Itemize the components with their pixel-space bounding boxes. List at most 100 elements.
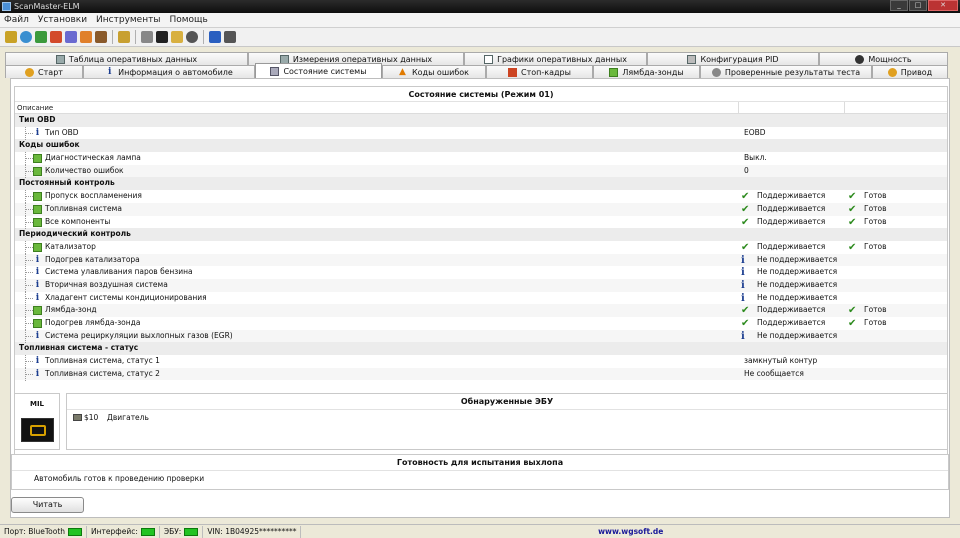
status-ok-icon — [33, 166, 42, 176]
status-row[interactable]: i Система улавливания паров бензина i Не … — [15, 266, 947, 280]
info-icon: i — [35, 292, 40, 303]
tree-connector — [25, 152, 33, 166]
info-icon: i — [107, 66, 112, 77]
status-row[interactable]: i Топливная система, статус 1 замкнутый … — [15, 355, 947, 369]
chart-icon[interactable] — [80, 31, 92, 43]
tab-pid-config[interactable]: Конфигурация PID — [647, 52, 819, 65]
status-value: замкнутый контур — [744, 356, 818, 366]
support-status: Поддерживается — [757, 216, 826, 226]
status-row[interactable]: Количество ошибок 0 — [15, 164, 947, 178]
status-row[interactable]: i Тип OBD EOBD — [15, 126, 947, 140]
status-label: Количество ошибок — [45, 165, 124, 175]
support-status: Поддерживается — [757, 203, 826, 213]
info-icon[interactable] — [209, 31, 221, 43]
tree-connector — [25, 317, 33, 330]
status-label: Катализатор — [45, 241, 96, 251]
mil-title: MIL — [29, 400, 45, 408]
status-value: EOBD — [744, 127, 766, 137]
terminal-icon[interactable] — [156, 31, 168, 43]
tree-connector — [25, 355, 33, 369]
tab-vehicle-info[interactable]: i Информация о автомобиле — [83, 65, 255, 78]
column-divider — [738, 102, 739, 114]
tree-connector — [25, 304, 33, 318]
tab-test-results[interactable]: Проверенные результаты теста — [700, 65, 872, 78]
gauge-icon — [855, 54, 865, 64]
info-icon: i — [35, 356, 40, 367]
menu-settings[interactable]: Установки — [38, 15, 87, 25]
status-row[interactable]: Пропуск воспламенения ✔ Поддерживается ✔ Го… — [15, 190, 947, 204]
status-label: Хладагент системы кондиционирования — [45, 292, 207, 302]
tab-live-data-table[interactable]: Таблица оперативных данных — [5, 52, 248, 65]
port-led-icon — [68, 527, 83, 536]
status-row[interactable]: i Топливная система, статус 2 Не сообщае… — [15, 367, 947, 381]
connect-icon[interactable] — [5, 31, 17, 43]
tab-start[interactable]: Старт — [5, 65, 83, 78]
tab-oxygen-sensors[interactable]: Лямбда-зонды — [593, 65, 700, 78]
tab-error-codes[interactable]: ▲ Коды ошибок — [382, 65, 486, 78]
tab-freeze-frames[interactable]: Стоп-кадры — [486, 65, 593, 78]
status-row[interactable]: Подогрев лямбда-зонда ✔ Поддерживается ✔ Го… — [15, 317, 947, 330]
support-status: Поддерживается — [757, 305, 826, 315]
status-ok-icon — [33, 319, 42, 328]
status-row[interactable]: i Подогрев катализатора i Не поддерживает… — [15, 253, 947, 267]
status-label: Тип OBD — [45, 127, 79, 137]
status-row[interactable]: Катализатор ✔ Поддерживается ✔ Готов — [15, 240, 947, 254]
error-codes-icon[interactable] — [50, 31, 62, 43]
status-row[interactable]: Все компоненты ✔ Поддерживается ✔ Готов — [15, 215, 947, 229]
check-icon: ✔ — [741, 241, 750, 253]
message-icon[interactable] — [141, 31, 153, 43]
status-label: Топливная система, статус 2 — [45, 368, 160, 378]
tree-connector — [25, 266, 33, 280]
support-status: Не поддерживается — [757, 330, 838, 340]
status-ok-icon — [33, 242, 42, 252]
tab-actuator[interactable]: Привод — [872, 65, 948, 78]
report-icon[interactable] — [118, 31, 130, 43]
tab-system-status[interactable]: Состояние системы — [255, 63, 382, 78]
stop-icon[interactable] — [186, 31, 198, 43]
status-row[interactable]: Лямбда-зонд ✔ Поддерживается ✔ Готов — [15, 304, 947, 318]
sensor-icon[interactable] — [95, 31, 107, 43]
status-row[interactable]: Диагностическая лампа Выкл. — [15, 152, 947, 166]
vin-label: VIN: 1B04925********** — [207, 527, 297, 536]
check-icon: ✔ — [741, 305, 750, 317]
freeze-frame-icon — [508, 67, 518, 77]
ready-status: Готов — [864, 191, 887, 201]
toolbar — [0, 28, 960, 47]
info-icon: i — [741, 330, 745, 342]
website-link[interactable]: www.wgsoft.de — [301, 527, 960, 536]
status-icon — [270, 66, 280, 76]
read-button[interactable]: Читать — [11, 497, 84, 513]
minimize-icon[interactable]: _ — [890, 0, 908, 11]
tree-connector — [25, 126, 33, 140]
status-label: Подогрев лямбда-зонда — [45, 318, 141, 327]
status-table-title: Состояние системы (Режим 01) — [15, 87, 947, 102]
tree-connector — [25, 291, 33, 305]
menu-tools[interactable]: Инструменты — [96, 15, 160, 25]
menu-file[interactable]: Файл — [4, 15, 29, 25]
sensor-icon — [609, 67, 619, 77]
status-label: Диагностическая лампа — [45, 153, 141, 163]
status-row[interactable]: Топливная система ✔ Поддерживается ✔ Готов — [15, 202, 947, 216]
status-group-header: Тип OBD — [15, 114, 947, 127]
menu-help[interactable]: Помощь — [169, 15, 207, 25]
freeze-frame-icon[interactable] — [65, 31, 77, 43]
exit-icon[interactable] — [224, 31, 236, 43]
ready-status: Готов — [864, 241, 887, 251]
ecu-item[interactable]: $10 Двигатель — [67, 412, 947, 424]
close-icon[interactable]: ✕ — [928, 0, 958, 11]
globe-icon[interactable] — [20, 31, 32, 43]
maximize-icon[interactable]: □ — [909, 0, 927, 11]
vehicle-info-icon[interactable] — [35, 31, 47, 43]
info-icon: i — [35, 267, 40, 278]
check-icon: ✔ — [848, 318, 857, 329]
tab-live-data-graphs[interactable]: Графики оперативных данных — [464, 52, 647, 65]
status-group-header: Постоянный контроль — [15, 177, 947, 191]
tab-power[interactable]: Мощность — [819, 52, 948, 65]
info-icon: i — [35, 368, 40, 379]
interface-label: Интерфейс: — [91, 527, 138, 536]
status-row[interactable]: i Хладагент системы кондиционирования i Н… — [15, 291, 947, 305]
status-row[interactable]: i Система рециркуляции выхлопных газов (… — [15, 329, 947, 343]
status-row[interactable]: i Вторичная воздушная система i Не поддер… — [15, 278, 947, 292]
battery-icon[interactable] — [171, 31, 183, 43]
column-description[interactable]: Описание — [17, 104, 53, 112]
